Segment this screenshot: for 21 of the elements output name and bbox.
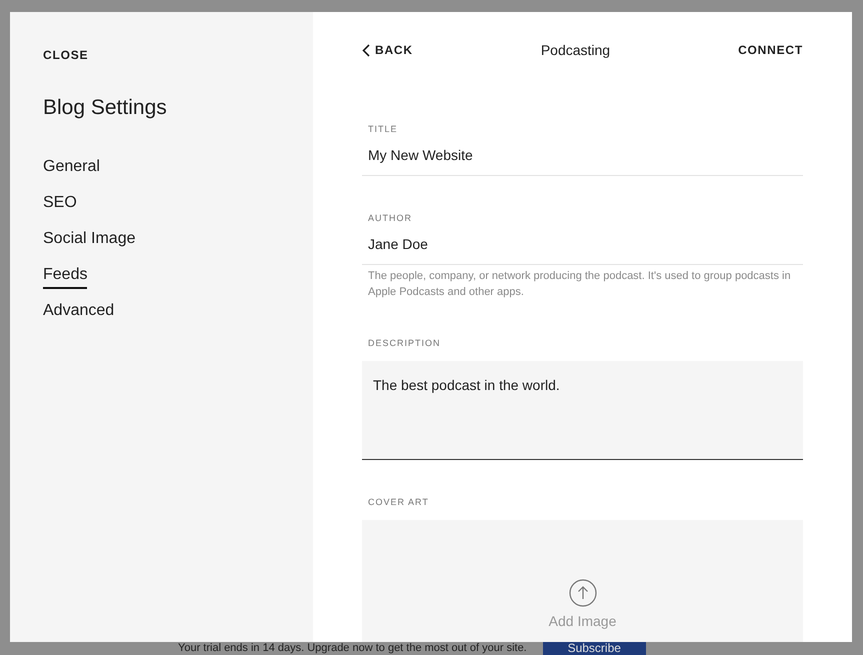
field-label: TITLE <box>368 124 399 134</box>
subscribe-button[interactable]: Subscribe <box>542 642 646 655</box>
trial-message: Your trial ends in 14 days. Upgrade now to get the most out of your site. <box>178 642 527 655</box>
nav-item[interactable]: Social Image <box>43 229 136 253</box>
panel-title: Podcasting <box>540 42 610 58</box>
field-label: DESCRIPTION <box>368 338 442 348</box>
description-field[interactable]: The best podcast in the world. <box>362 361 803 460</box>
nav-item[interactable]: SEO <box>43 193 77 217</box>
back-button[interactable]: BACK <box>362 43 413 57</box>
chevron-left-icon <box>362 44 370 56</box>
nav-item[interactable]: Advanced <box>43 301 114 325</box>
help-text: The people, company, or network producing the podcast. It's used to group podcasts in Apple Podcasts and other apps. <box>368 269 792 300</box>
nav-item[interactable]: Feeds <box>43 265 88 289</box>
connect-button[interactable]: CONNECT <box>738 43 803 57</box>
close-button[interactable]: CLOSE <box>43 48 88 62</box>
field-label: AUTHOR <box>368 213 413 223</box>
text-field[interactable]: My New Website <box>362 148 803 176</box>
text-field[interactable]: Jane Doe <box>362 237 803 265</box>
sidebar-title: Blog Settings <box>43 96 167 120</box>
field-label: COVER ART <box>368 497 430 507</box>
nav-item[interactable]: General <box>43 157 100 181</box>
